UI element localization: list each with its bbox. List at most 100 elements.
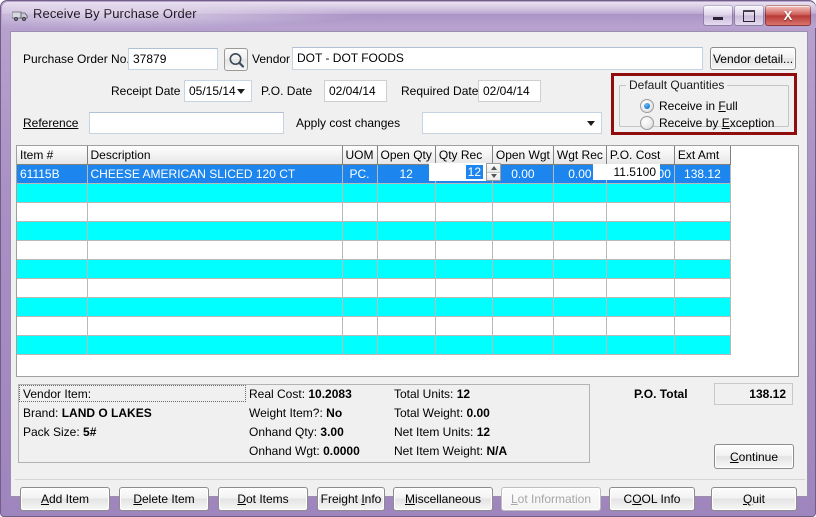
- button-add-item[interactable]: Add Item: [20, 487, 110, 511]
- cell-qty_rec[interactable]: [435, 183, 493, 203]
- cell-wgt_rec[interactable]: [553, 183, 607, 203]
- cell-qty_rec[interactable]: [435, 278, 493, 298]
- cell-po_cost[interactable]: [606, 297, 675, 317]
- cell-description[interactable]: [87, 297, 343, 317]
- button-quit[interactable]: Quit: [711, 487, 797, 511]
- radio-indicator-selected[interactable]: [640, 99, 654, 113]
- cell-ext_amt[interactable]: [674, 259, 731, 279]
- cell-qty_rec[interactable]: [435, 259, 493, 279]
- cell-item[interactable]: [17, 221, 88, 241]
- cell-qty_rec[interactable]: [435, 297, 493, 317]
- cell-po_cost[interactable]: [606, 221, 675, 241]
- cell-ext_amt[interactable]: [674, 240, 731, 260]
- cell-ext_amt[interactable]: [674, 202, 731, 222]
- cell-po_cost[interactable]: [606, 240, 675, 260]
- cell-wgt_rec[interactable]: [553, 316, 607, 336]
- cell-description[interactable]: [87, 221, 343, 241]
- cell-qty_rec[interactable]: [435, 335, 493, 355]
- cell-po_cost[interactable]: [606, 183, 675, 203]
- qty-rec-spinner[interactable]: [486, 163, 501, 181]
- table-row[interactable]: [17, 259, 731, 279]
- cell-open_qty[interactable]: [377, 316, 436, 336]
- cell-description[interactable]: [87, 259, 343, 279]
- cell-ext_amt[interactable]: [674, 221, 731, 241]
- table-row[interactable]: [17, 202, 731, 222]
- cell-open_qty[interactable]: [377, 297, 436, 317]
- table-row[interactable]: [17, 335, 731, 355]
- cell-po_cost[interactable]: [606, 202, 675, 222]
- cell-ext_amt[interactable]: [674, 278, 731, 298]
- chevron-down-icon[interactable]: [587, 121, 595, 126]
- cell-uom[interactable]: PC.: [342, 164, 378, 184]
- cell-uom[interactable]: [342, 316, 378, 336]
- cell-uom[interactable]: [342, 240, 378, 260]
- column-header-wgt-rec[interactable]: Wgt Rec: [553, 146, 607, 165]
- spinner-up-button[interactable]: [487, 164, 500, 173]
- button-delete-item[interactable]: Delete Item: [119, 487, 209, 511]
- cell-uom[interactable]: [342, 183, 378, 203]
- purchase-order-no-input[interactable]: 37879: [128, 48, 218, 70]
- chevron-down-icon[interactable]: [237, 89, 245, 94]
- cell-description[interactable]: [87, 335, 343, 355]
- column-header-uom[interactable]: UOM: [342, 146, 378, 165]
- cell-open_wgt[interactable]: [492, 335, 554, 355]
- cell-open_wgt[interactable]: 0.00: [492, 164, 554, 184]
- radio-receive-in-full[interactable]: Receive in Full: [640, 99, 738, 113]
- cell-open_wgt[interactable]: [492, 202, 554, 222]
- purchase-order-search-button[interactable]: [224, 48, 248, 71]
- grid-body[interactable]: 61115B CHEESE AMERICAN SLICED 120 CT PC. 12…: [17, 164, 731, 355]
- cell-po_cost[interactable]: [606, 316, 675, 336]
- column-header-qty-rec[interactable]: Qty Rec: [435, 146, 493, 165]
- cell-item[interactable]: [17, 316, 88, 336]
- vendor-detail-button[interactable]: Vendor detail...: [710, 47, 796, 70]
- cell-open_wgt[interactable]: [492, 259, 554, 279]
- cell-uom[interactable]: [342, 297, 378, 317]
- cell-open_qty[interactable]: 12: [377, 164, 436, 184]
- cell-po_cost[interactable]: [606, 278, 675, 298]
- receipt-date-input[interactable]: 05/15/14: [184, 80, 252, 102]
- cell-uom[interactable]: [342, 221, 378, 241]
- column-header-item[interactable]: Item #: [17, 146, 88, 165]
- po-cost-editor[interactable]: 11.5100: [593, 164, 660, 180]
- cell-wgt_rec[interactable]: [553, 278, 607, 298]
- cell-uom[interactable]: [342, 278, 378, 298]
- cell-description[interactable]: [87, 316, 343, 336]
- cell-uom[interactable]: [342, 202, 378, 222]
- cell-open_wgt[interactable]: [492, 183, 554, 203]
- cell-open_qty[interactable]: [377, 335, 436, 355]
- cell-description[interactable]: [87, 183, 343, 203]
- column-header-open-qty[interactable]: Open Qty: [377, 146, 436, 165]
- button-cool-info[interactable]: COOL Info: [609, 487, 695, 511]
- maximize-button[interactable]: [734, 5, 764, 26]
- title-bar[interactable]: Receive By Purchase Order X: [2, 2, 816, 28]
- radio-receive-by-exception[interactable]: Receive by Exception: [640, 116, 774, 130]
- table-row[interactable]: [17, 316, 731, 336]
- vendor-input[interactable]: DOT - DOT FOODS: [292, 47, 703, 70]
- button-freight-info[interactable]: Freight Info: [317, 487, 385, 511]
- button-dot-items[interactable]: Dot Items: [218, 487, 308, 511]
- cell-po_cost[interactable]: [606, 259, 675, 279]
- table-row[interactable]: [17, 183, 731, 203]
- cell-item[interactable]: [17, 259, 88, 279]
- cell-item[interactable]: 61115B: [17, 164, 88, 184]
- cell-qty_rec[interactable]: [435, 202, 493, 222]
- cell-item[interactable]: [17, 278, 88, 298]
- cell-qty_rec[interactable]: [435, 240, 493, 260]
- cell-open_qty[interactable]: [377, 278, 436, 298]
- cell-item[interactable]: [17, 335, 88, 355]
- cell-open_wgt[interactable]: [492, 316, 554, 336]
- button-miscellaneous[interactable]: Miscellaneous: [393, 487, 493, 511]
- cell-open_wgt[interactable]: [492, 221, 554, 241]
- cell-ext_amt[interactable]: [674, 297, 731, 317]
- table-row[interactable]: [17, 221, 731, 241]
- cell-ext_amt[interactable]: [674, 316, 731, 336]
- cell-ext_amt[interactable]: 138.12: [674, 164, 731, 184]
- cell-po_cost[interactable]: [606, 335, 675, 355]
- cell-qty_rec[interactable]: [435, 221, 493, 241]
- cell-item[interactable]: [17, 183, 88, 203]
- line-items-panel[interactable]: Item # Description UOM Open Qty Qty Rec …: [16, 145, 799, 377]
- column-header-description[interactable]: Description: [87, 146, 343, 165]
- cell-open_qty[interactable]: [377, 221, 436, 241]
- minimize-button[interactable]: [703, 5, 733, 26]
- close-button[interactable]: X: [765, 5, 811, 26]
